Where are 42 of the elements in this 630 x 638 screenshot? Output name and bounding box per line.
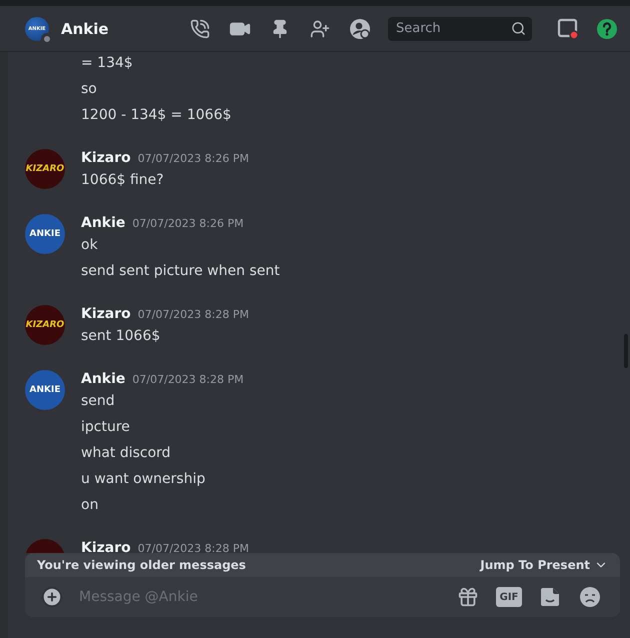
message-text: = 134$ xyxy=(81,54,134,73)
user-avatar[interactable]: ANKIE xyxy=(25,370,65,410)
author-name[interactable]: Kizaro xyxy=(81,537,131,553)
search-input[interactable]: Search xyxy=(394,20,511,37)
message-input[interactable]: Message @Ankie xyxy=(77,588,448,606)
gif-button[interactable]: GIF xyxy=(496,587,522,607)
message-text: so xyxy=(81,80,98,99)
author-name[interactable]: Kizaro xyxy=(81,303,131,325)
message-text: send sent picture when sent xyxy=(81,262,280,281)
channel-name: Ankie xyxy=(61,20,110,38)
message-text: on xyxy=(81,496,100,515)
message-text: send xyxy=(81,392,116,411)
author-name[interactable]: Kizaro xyxy=(81,147,131,169)
profile-icon[interactable] xyxy=(348,16,372,40)
author-name[interactable]: Ankie xyxy=(81,368,126,390)
message-text: u want ownership xyxy=(81,470,206,489)
emoji-icon[interactable] xyxy=(578,585,602,609)
message-field[interactable]: Message @Ankie GIF xyxy=(25,577,620,617)
gift-icon[interactable] xyxy=(456,585,480,609)
message-text: what discord xyxy=(81,444,172,463)
message-text: ipcture xyxy=(81,418,131,437)
help-icon[interactable] xyxy=(596,18,618,40)
jump-to-present-button[interactable]: Jump To Present xyxy=(480,558,608,572)
banner-text: You're viewing older messages xyxy=(37,558,246,572)
timestamp: 07/07/2023 8:28 PM xyxy=(138,307,249,323)
message-text: 1200 - 134$ = 1066$ xyxy=(81,106,232,125)
user-avatar[interactable]: ANKIE xyxy=(25,214,65,254)
timestamp: 07/07/2023 8:28 PM xyxy=(132,372,244,388)
timestamp: 07/07/2023 8:26 PM xyxy=(132,216,244,232)
add-icon[interactable] xyxy=(41,586,63,608)
inbox-icon[interactable] xyxy=(556,16,580,40)
user-avatar[interactable]: KIZARO xyxy=(25,149,65,189)
message-text: ok xyxy=(81,236,99,255)
message-text: sent 1066$ xyxy=(81,327,162,346)
message-text: 1066$ fine? xyxy=(81,171,165,190)
user-avatar[interactable]: KIZARO xyxy=(25,305,65,345)
timestamp: 07/07/2023 8:26 PM xyxy=(138,151,249,167)
search-bar[interactable]: Search xyxy=(388,16,532,40)
author-name[interactable]: Ankie xyxy=(81,212,126,234)
search-icon xyxy=(511,21,526,36)
sticker-icon[interactable] xyxy=(538,585,562,609)
timestamp: 07/07/2023 8:28 PM xyxy=(138,541,249,553)
